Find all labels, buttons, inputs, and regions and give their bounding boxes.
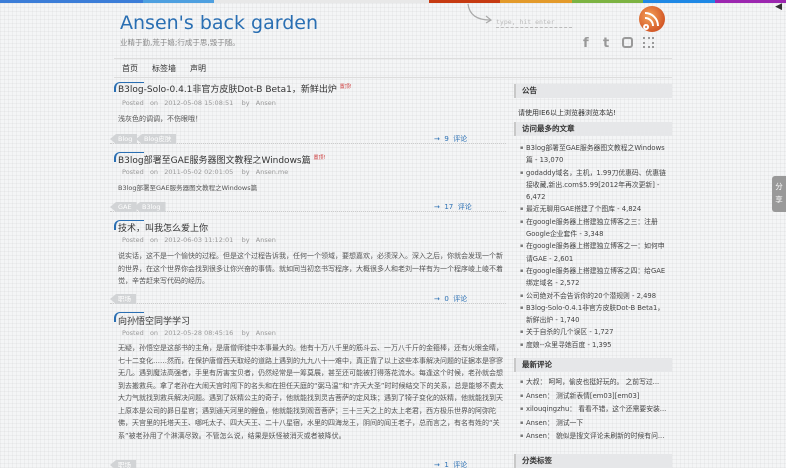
top-color-segment [285,0,358,3]
post-excerpt: B3log部署至GAE服务器图文教程之Windows篇 [118,184,258,192]
post-meta: Posted on 2012-05-28 08:45:16 by Ansen [122,329,276,337]
list-item[interactable]: 关于自杀的几个误区 - 1,727 [520,326,670,339]
comment-count-link[interactable]: → 17 评论 [434,202,472,212]
tag-link[interactable]: Blog [110,134,138,144]
list-item[interactable]: 在google服务器上搭建独立博客之三：注册Google企业套件 - 3,348 [520,216,670,241]
site-subtitle: 业精于勤,荒于嬉;行成于思,毁于随。 [120,38,240,47]
list-item[interactable]: B3log-Solo-0.4.1非官方皮肤Dot-B Beta1，新鲜出炉 - … [520,302,670,327]
post-excerpt: 无疑，孙悟空是这部书的主角，是唐僧师徒中本事最大的。他有十万八千里的筋斗云、一万… [118,344,504,440]
list-item[interactable]: xilouqingzhu： 看看不错，这个还需要安装... [520,403,670,417]
most-visited-list: B3log部署至GAE服务器图文教程之Windows篇 - 13,070 god… [520,142,670,351]
comment-count-link[interactable]: → 1 评论 [434,460,467,468]
share-tab[interactable]: 分享 [772,176,786,212]
nav-home[interactable]: 首页 [122,63,138,74]
top-color-segment [214,0,286,3]
post-meta: Posted on 2012-05-08 15:08:51 by Ansen [122,99,276,107]
recent-comments-list: 大叔： 呵呵，偷皮也挺好玩的。 之前写过... Ansen： 测试新表情[em0… [520,376,670,444]
nav-statement[interactable]: 声明 [190,63,206,74]
post-excerpt: 说实话，这不是一个愉快的过程。但是这个过程告诉我，任何一个领域，要想嘉欢，必须深… [118,252,503,285]
recent-comments-heading: 最新评论 [514,358,672,372]
top-color-segment [500,0,572,3]
most-visited-heading: 访问最多的文章 [514,122,672,136]
notice-heading: 公告 [514,84,672,98]
twitter-icon[interactable]: t [603,36,609,51]
nav-tag-wall[interactable]: 标签墙 [152,63,176,74]
post-meta: Posted on 2011-05-02 02:01:05 by Ansen.m… [122,168,289,176]
collapse-arrow-icon[interactable]: ◀ [775,2,782,12]
tag-link[interactable]: Blog皮肤 [136,134,177,144]
sticky-badge: 置顶! [339,84,352,90]
top-color-segment [0,0,72,3]
comment-count-link[interactable]: → 0 评论 [434,294,467,304]
rss-grid-icon[interactable] [643,37,654,48]
list-item[interactable]: 公司绝对不会告诉你的20个潜规则 - 2,498 [520,290,670,303]
share-label: 分享 [775,182,783,204]
top-color-segment [357,0,429,3]
top-color-segment [71,0,143,3]
post-title[interactable]: B3log部署至GAE服务器图文教程之Windows篇 置顶! [118,153,326,166]
search-input[interactable] [496,16,572,28]
tag-link[interactable]: GAE [110,202,137,212]
list-item[interactable]: 最近无聊用GAE搭建了个图库 - 4,824 [520,203,670,216]
post-tag-bar: 职场 → 1 评论 [110,460,506,468]
post-title[interactable]: 向孙悟空同学学习 [118,314,190,327]
post-excerpt: 浅灰色的调调，不伤眼哦！ [118,115,202,123]
site-title[interactable]: Ansen's back garden [120,12,318,34]
list-item[interactable]: B3log部署至GAE服务器图文教程之Windows篇 - 13,070 [520,142,670,167]
site-logo-icon[interactable] [639,6,665,32]
post-tag-bar: Blog Blog皮肤 → 9 评论 [110,134,506,144]
comment-count-link[interactable]: → 9 评论 [434,134,467,144]
post-tag-bar: GAE B3log → 17 评论 [110,202,506,212]
tags-heading: 分类标签 [514,454,672,468]
list-item[interactable]: Ansen： 测试一下 [520,417,670,431]
tag-link[interactable]: 职场 [110,294,136,304]
list-item[interactable]: Ansen： 貌似是搜文评论未刷新的时候有问... [520,430,670,444]
main-nav: 首页 标签墙 声明 [114,58,672,78]
tag-link[interactable]: B3log [134,202,166,212]
facebook-icon[interactable]: f [583,36,589,51]
top-color-segment [142,0,215,3]
list-item[interactable]: 在google服务器上搭建独立博客之四：给GAE绑定域名 - 2,572 [520,265,670,290]
sina-weibo-icon[interactable] [622,37,633,48]
post-title[interactable]: 技术，叫我怎么爱上你 [118,221,208,234]
list-item[interactable]: Ansen： 测试新表情[em03][em03] [520,390,670,404]
tag-link[interactable]: 职场 [110,460,136,468]
notice-text: 请使用IE6以上浏览器浏览本站! [518,109,616,117]
curved-arrow-icon [467,3,493,24]
post-meta: Posted on 2012-06-03 11:12:01 by Ansen [122,236,276,244]
post-title[interactable]: B3log-Solo-0.4.1非官方皮肤Dot-B Beta1，新鲜出炉 置顶… [118,82,352,95]
list-item[interactable]: 度娘--众里寻她百度 - 1,395 [520,339,670,352]
top-color-segment [643,0,715,3]
list-item[interactable]: 大叔： 呵呵，偷皮也挺好玩的。 之前写过... [520,376,670,390]
list-item[interactable]: 在google服务器上搭建独立博客之一：如何申请GAE - 2,601 [520,240,670,265]
post-tag-bar: 职场 → 0 评论 [110,294,506,304]
list-item[interactable]: godaddy域名，主机，1.99刀优惠码、优惠链接收藏,新出.com$5.99… [520,167,670,204]
top-color-bar [0,0,786,3]
sticky-badge: 置顶! [313,155,326,161]
top-color-segment [571,0,644,3]
